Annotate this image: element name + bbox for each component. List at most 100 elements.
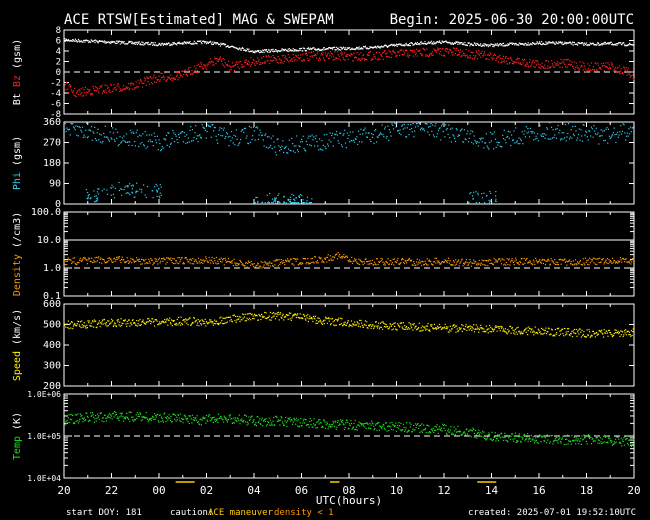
data-point <box>421 127 423 129</box>
data-point <box>407 53 409 55</box>
data-point <box>542 135 544 137</box>
data-point <box>487 332 489 334</box>
data-point <box>408 258 410 260</box>
data-point <box>187 41 189 43</box>
data-point <box>380 133 382 135</box>
data-point <box>393 258 396 260</box>
data-point <box>615 44 617 46</box>
data-point <box>469 193 471 195</box>
data-point <box>610 41 612 43</box>
data-point <box>436 49 438 51</box>
data-point <box>333 137 335 139</box>
data-point <box>76 263 78 266</box>
data-point <box>203 64 205 66</box>
data-point <box>290 202 292 204</box>
data-point <box>85 129 87 131</box>
data-point <box>81 131 83 133</box>
data-point <box>93 87 95 89</box>
data-point <box>449 325 451 327</box>
data-point <box>71 40 73 42</box>
data-point <box>456 41 458 43</box>
data-point <box>174 77 176 79</box>
data-point <box>191 263 193 265</box>
data-point <box>246 135 248 137</box>
data-point <box>305 315 308 317</box>
data-point <box>94 257 96 259</box>
data-point <box>129 260 131 262</box>
data-point <box>375 321 377 323</box>
data-point <box>224 257 226 259</box>
data-point <box>207 124 209 126</box>
data-point <box>464 55 467 57</box>
data-point <box>358 323 360 325</box>
data-point <box>195 67 197 69</box>
data-point <box>414 327 416 329</box>
data-point <box>413 49 415 52</box>
data-point <box>424 49 426 51</box>
data-point <box>320 54 322 56</box>
data-point <box>594 69 596 71</box>
data-point <box>402 258 404 260</box>
data-point <box>539 67 541 69</box>
data-point <box>222 258 225 260</box>
data-point <box>463 44 465 46</box>
data-point <box>232 265 235 267</box>
data-point <box>422 329 424 331</box>
data-point <box>481 45 483 47</box>
data-point <box>473 324 475 326</box>
data-point <box>135 190 137 192</box>
data-point <box>547 65 549 67</box>
data-point <box>184 135 186 137</box>
data-point <box>220 257 222 259</box>
data-point <box>407 327 410 329</box>
data-point <box>523 133 525 135</box>
data-point <box>560 58 562 60</box>
data-point <box>158 323 160 325</box>
data-point <box>450 141 452 143</box>
data-point <box>256 315 258 317</box>
data-point <box>153 325 156 327</box>
data-point <box>532 264 534 266</box>
data-point <box>357 322 359 324</box>
data-point <box>271 198 274 200</box>
data-point <box>576 139 578 141</box>
data-point <box>456 129 458 131</box>
data-point <box>504 328 506 330</box>
data-point <box>572 125 574 128</box>
data-point <box>131 262 133 264</box>
data-point <box>523 44 525 46</box>
data-point <box>449 137 451 139</box>
data-point <box>111 184 113 186</box>
data-point <box>337 319 339 321</box>
data-point <box>148 77 150 79</box>
data-point <box>137 79 139 81</box>
data-point <box>263 315 265 318</box>
data-point <box>434 257 436 259</box>
data-point <box>307 137 309 139</box>
data-point <box>152 44 154 46</box>
data-point <box>185 318 187 320</box>
data-point <box>245 59 247 61</box>
data-point <box>547 61 550 63</box>
data-point <box>388 56 391 58</box>
data-point <box>145 411 147 414</box>
data-point <box>406 262 408 264</box>
data-point <box>555 41 557 43</box>
data-point <box>66 260 68 262</box>
data-point <box>609 66 611 68</box>
data-point <box>518 330 520 332</box>
data-point <box>88 322 90 324</box>
data-point <box>116 42 118 44</box>
data-point <box>157 149 159 151</box>
data-point <box>386 52 388 54</box>
data-point <box>299 146 301 148</box>
data-point <box>96 191 98 193</box>
data-point <box>535 259 537 261</box>
data-point <box>435 51 437 53</box>
data-point <box>485 133 487 135</box>
data-point <box>540 134 542 136</box>
data-point <box>431 130 433 132</box>
data-point <box>377 263 379 265</box>
data-point <box>292 315 294 317</box>
data-point <box>110 322 112 324</box>
